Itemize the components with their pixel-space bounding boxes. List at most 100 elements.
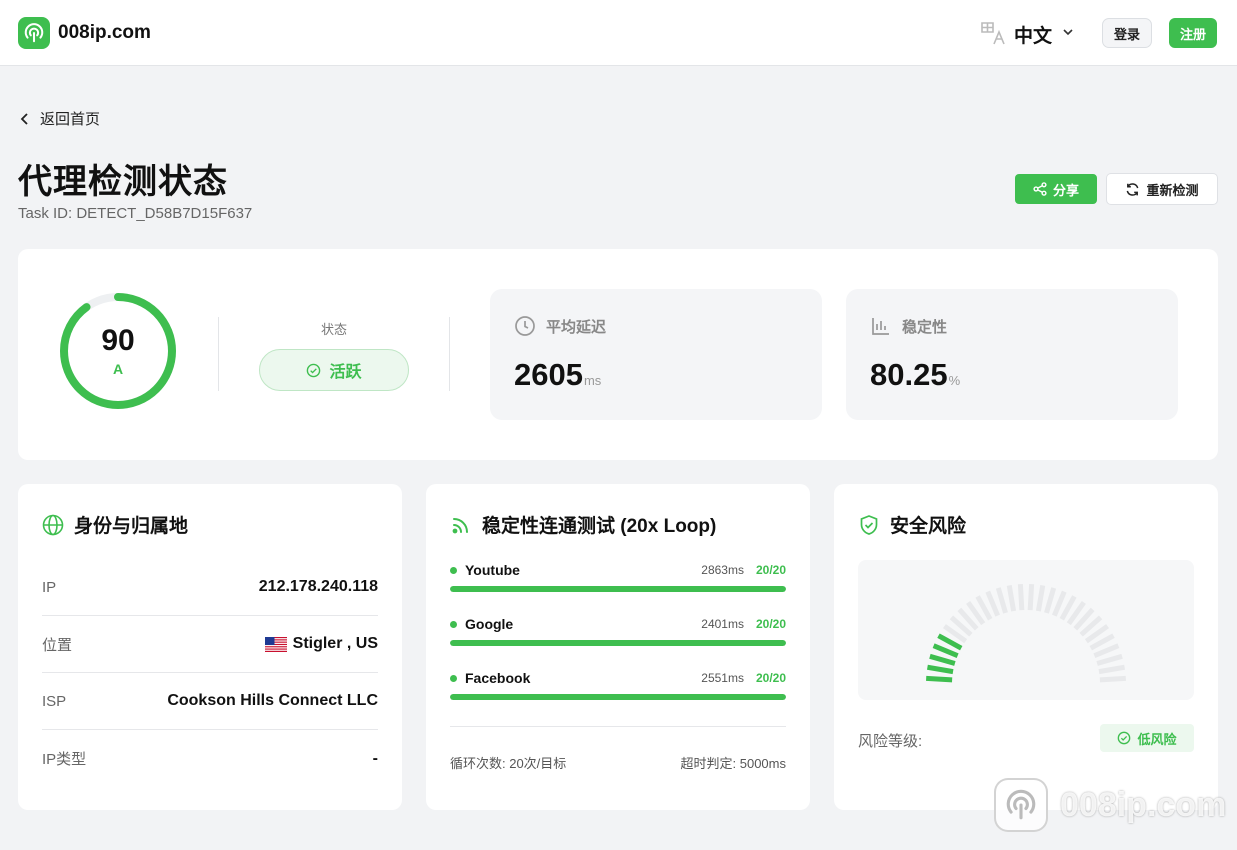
globe-icon — [42, 514, 64, 535]
loop-count-label: 循环次数: 20次/目标 — [450, 756, 567, 771]
us-flag-icon — [264, 636, 287, 652]
gauge-segment — [1099, 675, 1126, 683]
divider — [450, 726, 786, 727]
risk-title: 安全风险 — [890, 516, 967, 537]
shield-check-icon — [860, 514, 878, 535]
identity-title: 身份与归属地 — [74, 516, 189, 537]
isp-row: ISP Cookson Hills Connect LLC — [42, 673, 378, 730]
status-badge: 活跃 — [259, 349, 409, 391]
chevron-down-icon[interactable] — [1062, 26, 1074, 38]
loop-item-name: Youtube — [465, 562, 520, 578]
loop-item-youtube: Youtube 2863ms 20/20 — [450, 560, 786, 592]
share-label: 分享 — [1052, 182, 1079, 198]
security-risk-card: 安全风险 风险等级: 低风险 — [834, 484, 1218, 810]
gauge-segment — [1096, 653, 1123, 666]
latency-stat: 平均延迟 2605ms — [490, 289, 822, 420]
location-value: Stigler , US — [292, 635, 378, 652]
risk-level-badge: 低风险 — [1100, 724, 1194, 752]
status-dot — [450, 566, 457, 574]
identity-card: 身份与归属地 IP 212.178.240.118 位置 Stigler , U… — [18, 484, 402, 810]
stability-unit: % — [948, 373, 961, 388]
check-circle-icon — [1118, 731, 1131, 745]
gauge-segment — [1035, 584, 1046, 612]
loop-item-latency: 2551ms — [701, 671, 744, 685]
summary-card: 90 A 状态 活跃 平均延迟 2605ms 稳定性 80.25% — [18, 249, 1218, 460]
ip-value[interactable]: 212.178.240.118 — [259, 578, 378, 596]
gauge-segment — [1052, 590, 1067, 617]
stability-label: 稳定性 — [902, 318, 948, 336]
status-dot — [450, 674, 457, 682]
ip-type-key: IP类型 — [42, 751, 87, 768]
loop-item-count: 20/20 — [755, 617, 786, 631]
watermark-logo-icon — [994, 778, 1048, 832]
gauge-segment — [985, 590, 1000, 617]
language-selector[interactable]: 中文 — [1014, 21, 1052, 48]
risk-gauge-panel — [858, 560, 1194, 700]
share-icon — [1033, 182, 1047, 196]
check-circle-icon — [307, 363, 321, 377]
gauge-segment — [995, 587, 1008, 614]
refresh-icon — [1127, 182, 1139, 196]
watermark-text: 008ip.com — [1060, 785, 1227, 824]
isp-key: ISP — [42, 692, 67, 710]
clock-icon — [515, 316, 535, 336]
score-grade: A — [112, 361, 124, 377]
status-label: 状态 — [320, 322, 347, 337]
loop-test-card: 稳定性连通测试 (20x Loop) Youtube 2863ms 20/20 G… — [426, 484, 810, 810]
isp-value: Cookson Hills Connect LLC — [167, 692, 378, 709]
gauge-segment — [1006, 584, 1017, 612]
loop-item-latency: 2863ms — [701, 563, 744, 577]
register-button[interactable]: 注册 — [1169, 18, 1217, 48]
gauge-segment — [1098, 664, 1126, 675]
loop-item-latency: 2401ms — [701, 617, 744, 631]
stability-stat: 稳定性 80.25% — [846, 289, 1178, 420]
chevron-left-icon — [20, 112, 28, 125]
gauge-segment — [929, 653, 956, 666]
loop-item-count: 20/20 — [755, 671, 786, 685]
retest-label: 重新检测 — [1146, 182, 1199, 198]
loop-item-name: Facebook — [465, 670, 531, 686]
translate-icon[interactable] — [980, 20, 1006, 46]
retest-button[interactable]: 重新检测 — [1106, 173, 1218, 205]
task-id: Task ID: DETECT_D58B7D15F637 — [18, 205, 253, 222]
login-button[interactable]: 登录 — [1102, 18, 1152, 48]
status-dot — [450, 620, 457, 628]
score-value: 90 — [101, 324, 135, 357]
latency-label: 平均延迟 — [546, 318, 607, 336]
page-title: 代理检测状态 — [18, 163, 228, 201]
timeout-label: 超时判定: 5000ms — [680, 756, 786, 771]
stability-value: 80.25 — [870, 357, 948, 392]
ip-row: IP 212.178.240.118 — [42, 559, 378, 616]
risk-level-label: 风险等级: — [858, 733, 923, 750]
ip-type-row: IP类型 - — [42, 730, 378, 787]
ip-key: IP — [42, 578, 57, 596]
location-key: 位置 — [42, 636, 73, 654]
loop-progress-bar — [450, 694, 786, 700]
risk-level-value: 低风险 — [1137, 731, 1177, 747]
loop-progress-bar — [450, 586, 786, 592]
gauge-segment — [926, 664, 954, 675]
site-logo-icon[interactable] — [18, 17, 50, 49]
site-name[interactable]: 008ip.com — [58, 22, 151, 44]
loop-item-count: 20/20 — [755, 563, 786, 577]
loop-title: 稳定性连通测试 (20x Loop) — [482, 516, 717, 537]
watermark: 008ip.com — [994, 778, 1226, 832]
gauge-segment — [1027, 584, 1035, 611]
back-home-label: 返回首页 — [40, 111, 101, 128]
bar-chart-icon — [872, 318, 889, 335]
gauge-segment — [926, 675, 953, 683]
risk-gauge — [926, 584, 1126, 683]
loop-item-name: Google — [465, 616, 514, 632]
divider — [449, 317, 450, 391]
latency-value: 2605 — [514, 357, 583, 392]
share-button[interactable]: 分享 — [1015, 174, 1097, 204]
loop-item-google: Google 2401ms 20/20 — [450, 614, 786, 646]
top-navbar: 008ip.com 中文 登录 注册 — [0, 0, 1237, 66]
status-value: 活跃 — [329, 364, 362, 381]
location-row: 位置 Stigler , US — [42, 616, 378, 673]
loop-progress-bar — [450, 640, 786, 646]
latency-unit: ms — [583, 373, 602, 388]
back-home-link[interactable]: 返回首页 — [20, 108, 100, 129]
rss-icon — [452, 517, 468, 533]
loop-item-facebook: Facebook 2551ms 20/20 — [450, 668, 786, 700]
